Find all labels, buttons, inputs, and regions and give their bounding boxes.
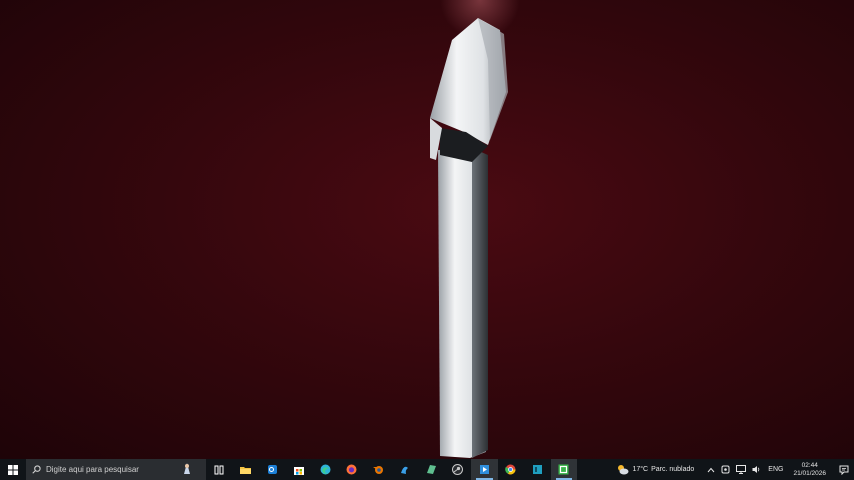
app-green-icon — [426, 465, 436, 474]
weather-widget[interactable]: 17°C Parc. nublado — [616, 464, 694, 475]
search-placeholder: Digite aqui para pesquisar — [46, 465, 139, 474]
clock[interactable]: 02:44 21/01/2026 — [793, 462, 826, 478]
language-indicator[interactable]: ENG — [768, 466, 783, 473]
desktop-wallpaper — [0, 0, 854, 459]
blender-icon — [372, 466, 383, 474]
weather-temperature: 17°C — [632, 466, 649, 473]
windows-icon — [8, 464, 18, 475]
partly-cloudy-icon — [618, 465, 629, 475]
volume-button[interactable] — [752, 465, 761, 474]
firefox-icon — [346, 464, 357, 475]
search-highlight-icon — [184, 463, 190, 474]
start-button[interactable] — [0, 459, 26, 480]
edge-button[interactable] — [312, 459, 339, 480]
usb-icon — [721, 465, 730, 474]
app-blue-button[interactable] — [392, 459, 419, 480]
system-tray: 17°C Parc. nublado ENG 02:44 21/01/2026 — [616, 459, 854, 480]
task-view-icon — [214, 465, 224, 474]
tray-app-button[interactable] — [721, 465, 730, 474]
network-icon — [736, 465, 747, 474]
app-blue-icon — [401, 466, 409, 474]
store-button[interactable] — [286, 459, 313, 480]
media-player-button[interactable] — [471, 459, 498, 480]
outlook-button[interactable] — [259, 459, 286, 480]
firefox-button[interactable] — [339, 459, 366, 480]
camtasia-icon — [558, 464, 569, 475]
metallic-number-one — [430, 18, 508, 458]
notifications-button[interactable] — [834, 465, 854, 475]
network-button[interactable] — [736, 465, 747, 474]
speaker-icon — [752, 466, 760, 473]
notification-icon — [839, 465, 849, 475]
steam-icon — [452, 464, 464, 475]
search-box[interactable]: Digite aqui para pesquisar — [26, 459, 206, 480]
app-teal-icon — [532, 465, 542, 474]
clock-date: 21/01/2026 — [793, 469, 826, 477]
steam-button[interactable] — [445, 459, 472, 480]
folder-icon — [240, 466, 252, 474]
taskbar: Digite aqui para pesquisar 17°C Parc. nu… — [0, 459, 854, 480]
app-teal-button[interactable] — [524, 459, 551, 480]
edge-icon — [320, 464, 331, 475]
chrome-button[interactable] — [498, 459, 525, 480]
weather-condition: Parc. nublado — [651, 466, 695, 473]
mail-icon — [267, 465, 277, 474]
file-explorer-button[interactable] — [233, 459, 260, 480]
store-icon — [293, 467, 304, 475]
media-player-icon — [479, 465, 489, 474]
chevron-up-icon — [707, 467, 715, 472]
app-green-button[interactable] — [418, 459, 445, 480]
show-hidden-icons-button[interactable] — [707, 467, 715, 473]
search-icon — [32, 465, 41, 474]
chrome-icon — [505, 464, 516, 475]
camtasia-button[interactable] — [550, 459, 577, 480]
blender-button[interactable] — [365, 459, 392, 480]
task-view-button[interactable] — [206, 459, 233, 480]
clock-time: 02:44 — [801, 461, 818, 469]
